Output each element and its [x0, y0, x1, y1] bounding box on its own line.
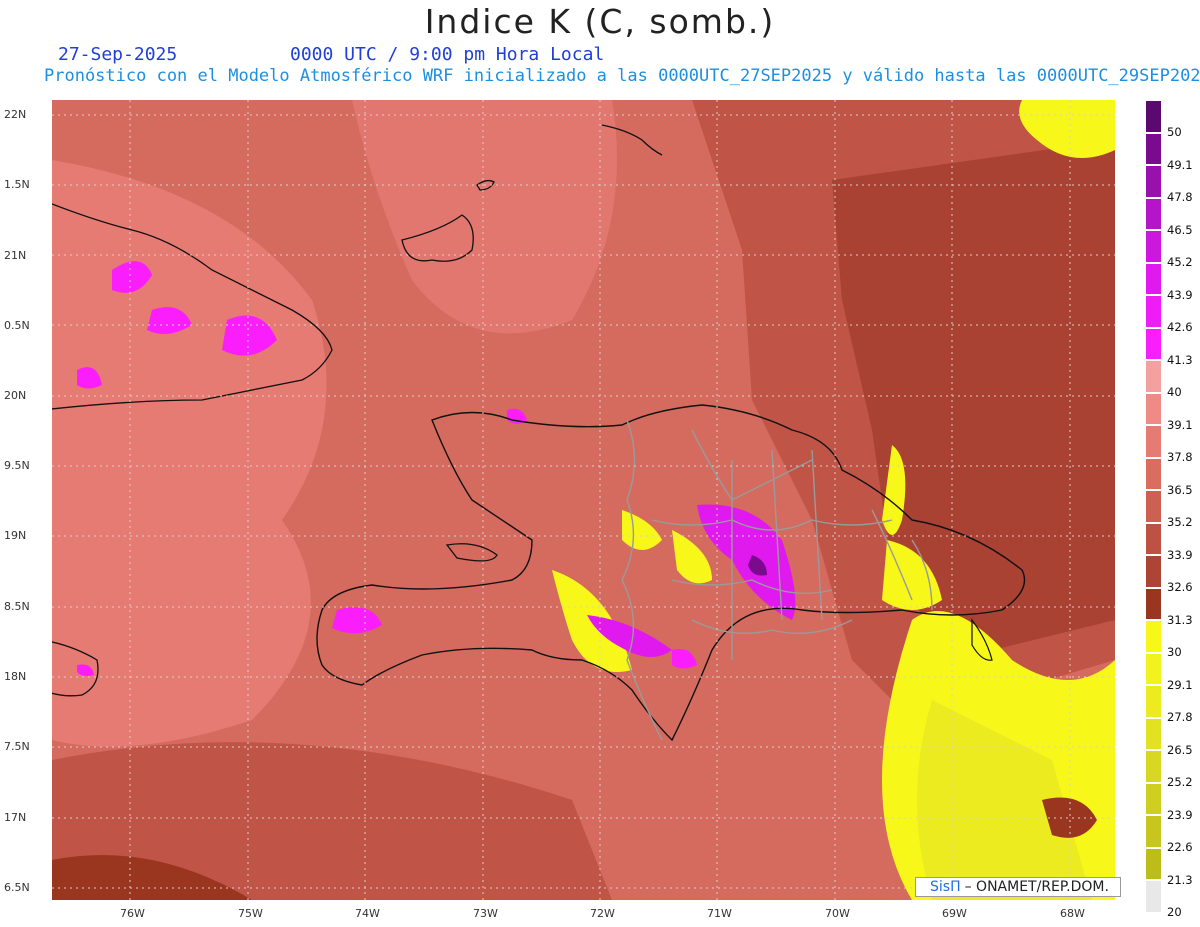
longitude-label: 70W — [825, 907, 850, 920]
colorbar-swatch — [1146, 361, 1161, 392]
colorbar-swatch — [1146, 621, 1161, 652]
colorbar-swatch — [1146, 718, 1161, 749]
map-title: Indice K (C, somb.) — [424, 2, 776, 41]
colorbar-swatch — [1146, 393, 1161, 424]
colorbar-swatch — [1146, 881, 1161, 912]
colorbar-swatch — [1146, 166, 1161, 197]
colorbar-swatch — [1146, 848, 1161, 879]
colorbar-label: 47.8 — [1167, 190, 1193, 204]
credit-badge: SisΠ – ONAMET/REP.DOM. — [915, 877, 1121, 897]
latitude-label: 19N — [4, 529, 27, 542]
longitude-label: 71W — [707, 907, 732, 920]
colorbar-label: 22.6 — [1167, 840, 1193, 854]
k-index-map — [52, 100, 1115, 900]
longitude-label: 72W — [590, 907, 615, 920]
latitude-label: 9.5N — [4, 459, 30, 472]
colorbar-swatch — [1146, 296, 1161, 327]
colorbar-label: 33.9 — [1167, 547, 1193, 562]
colorbar-label: 37.8 — [1167, 450, 1193, 464]
colorbar-swatch — [1146, 751, 1161, 782]
colorbar-swatch — [1146, 101, 1161, 132]
longitude-label: 73W — [473, 907, 498, 920]
latitude-label: 18N — [4, 670, 27, 683]
colorbar-label: 29.1 — [1167, 677, 1193, 692]
latitude-label: 6.5N — [4, 881, 30, 894]
colorbar-swatch — [1146, 653, 1161, 684]
map-canvas[interactable] — [52, 100, 1115, 900]
latitude-label: 1.5N — [4, 178, 30, 191]
latitude-label: 8.5N — [4, 600, 30, 613]
longitude-label: 75W — [238, 907, 263, 920]
colorbar-swatch — [1146, 328, 1161, 359]
latitude-label: 21N — [4, 249, 27, 262]
colorbar-swatch — [1146, 426, 1161, 457]
forecast-time: 0000 UTC / 9:00 pm Hora Local — [290, 44, 605, 65]
colorbar-label: 46.5 — [1167, 222, 1193, 237]
latitude-label: 0.5N — [4, 319, 30, 332]
colorbar-swatch — [1146, 686, 1161, 717]
colorbar-label: 31.3 — [1167, 612, 1193, 627]
colorbar-label: 39.1 — [1167, 417, 1193, 432]
colorbar-label: 43.9 — [1167, 287, 1193, 302]
colorbar-swatch — [1146, 263, 1161, 294]
colorbar-swatch — [1146, 458, 1161, 489]
forecast-subtitle: Pronóstico con el Modelo Atmosférico WRF… — [44, 66, 1200, 86]
colorbar-swatch — [1146, 816, 1161, 847]
colorbar-label: 25.2 — [1167, 775, 1193, 789]
longitude-label: 68W — [1060, 907, 1085, 920]
colorbar-label: 41.3 — [1167, 352, 1193, 367]
longitude-label: 69W — [942, 907, 967, 920]
colorbar-label: 20 — [1167, 905, 1182, 919]
latitude-label: 17N — [4, 811, 27, 824]
colorbar-swatch — [1146, 198, 1161, 229]
credit-sis: SisΠ — [930, 879, 961, 895]
latitude-label: 20N — [4, 389, 27, 402]
colorbar-label: 30 — [1167, 645, 1182, 659]
colorbar-swatch — [1146, 556, 1161, 587]
colorbar-swatch — [1146, 133, 1161, 164]
colorbar-label: 23.9 — [1167, 807, 1193, 822]
colorbar-swatch — [1146, 491, 1161, 522]
colorbar-label: 42.6 — [1167, 320, 1193, 334]
latitude-label: 22N — [4, 108, 27, 121]
colorbar-swatch — [1146, 588, 1161, 619]
colorbar-label: 21.3 — [1167, 872, 1193, 887]
colorbar-swatch — [1146, 523, 1161, 554]
colorbar-label: 35.2 — [1167, 515, 1193, 529]
colorbar-label: 32.6 — [1167, 580, 1193, 594]
longitude-label: 76W — [120, 907, 145, 920]
colorbar-label: 49.1 — [1167, 157, 1193, 172]
latitude-label: 7.5N — [4, 740, 30, 753]
longitude-label: 74W — [355, 907, 380, 920]
colorbar-label: 40 — [1167, 385, 1182, 399]
colorbar-label: 26.5 — [1167, 742, 1193, 757]
colorbar-label: 36.5 — [1167, 482, 1193, 497]
colorbar-label: 27.8 — [1167, 710, 1193, 724]
colorbar-swatch — [1146, 231, 1161, 262]
colorbar-swatch — [1146, 783, 1161, 814]
colorbar-label: 45.2 — [1167, 255, 1193, 269]
forecast-date: 27-Sep-2025 — [58, 44, 178, 65]
credit-text: – ONAMET/REP.DOM. — [964, 879, 1109, 895]
colorbar-label: 50 — [1167, 125, 1182, 139]
